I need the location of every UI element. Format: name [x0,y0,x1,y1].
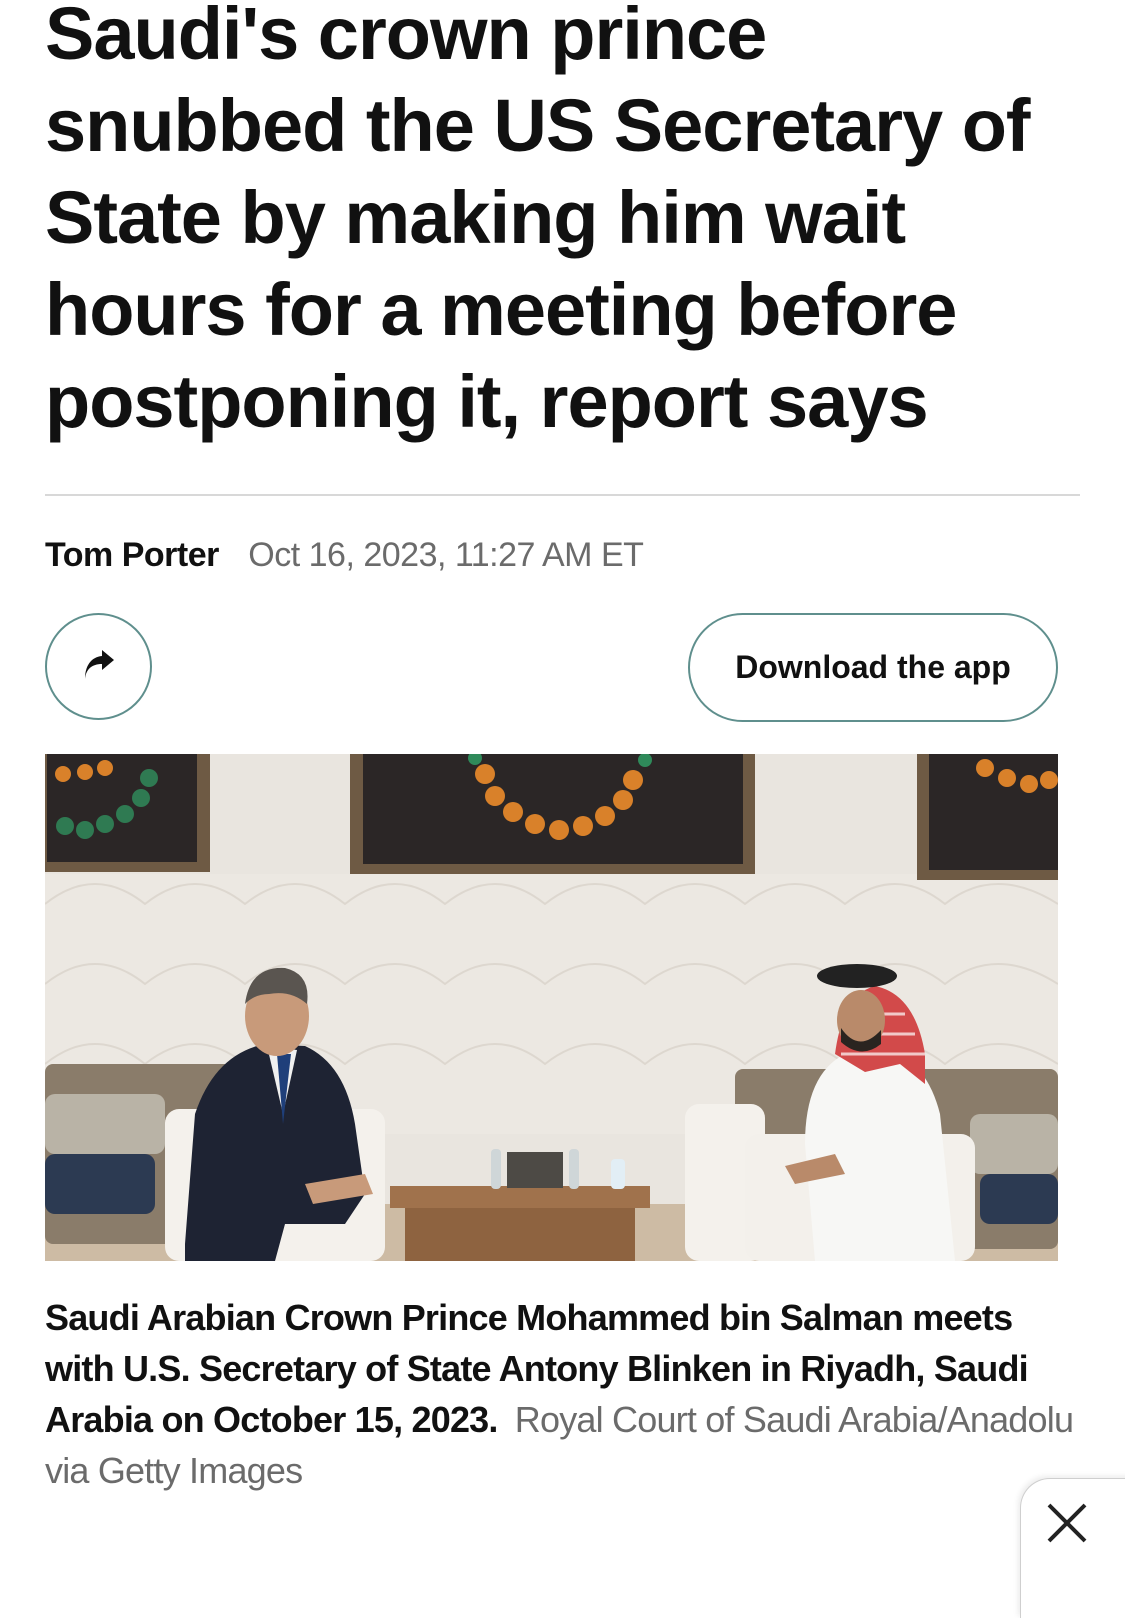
divider [45,494,1080,496]
byline: Tom Porter Oct 16, 2023, 11:27 AM ET [45,533,644,577]
download-app-button[interactable]: Download the app [688,613,1058,722]
share-button[interactable] [45,613,152,720]
close-icon [1047,1503,1087,1543]
close-overlay-button[interactable] [1020,1478,1125,1618]
author-name[interactable]: Tom Porter [45,536,219,574]
publish-date: Oct 16, 2023, 11:27 AM ET [248,536,644,574]
share-arrow-icon [84,649,114,679]
article-headline: Saudi's crown prince snubbed the US Secr… [45,0,1031,443]
article-photo [45,754,1058,1261]
photo-caption: Saudi Arabian Crown Prince Mohammed bin … [45,1292,1075,1496]
